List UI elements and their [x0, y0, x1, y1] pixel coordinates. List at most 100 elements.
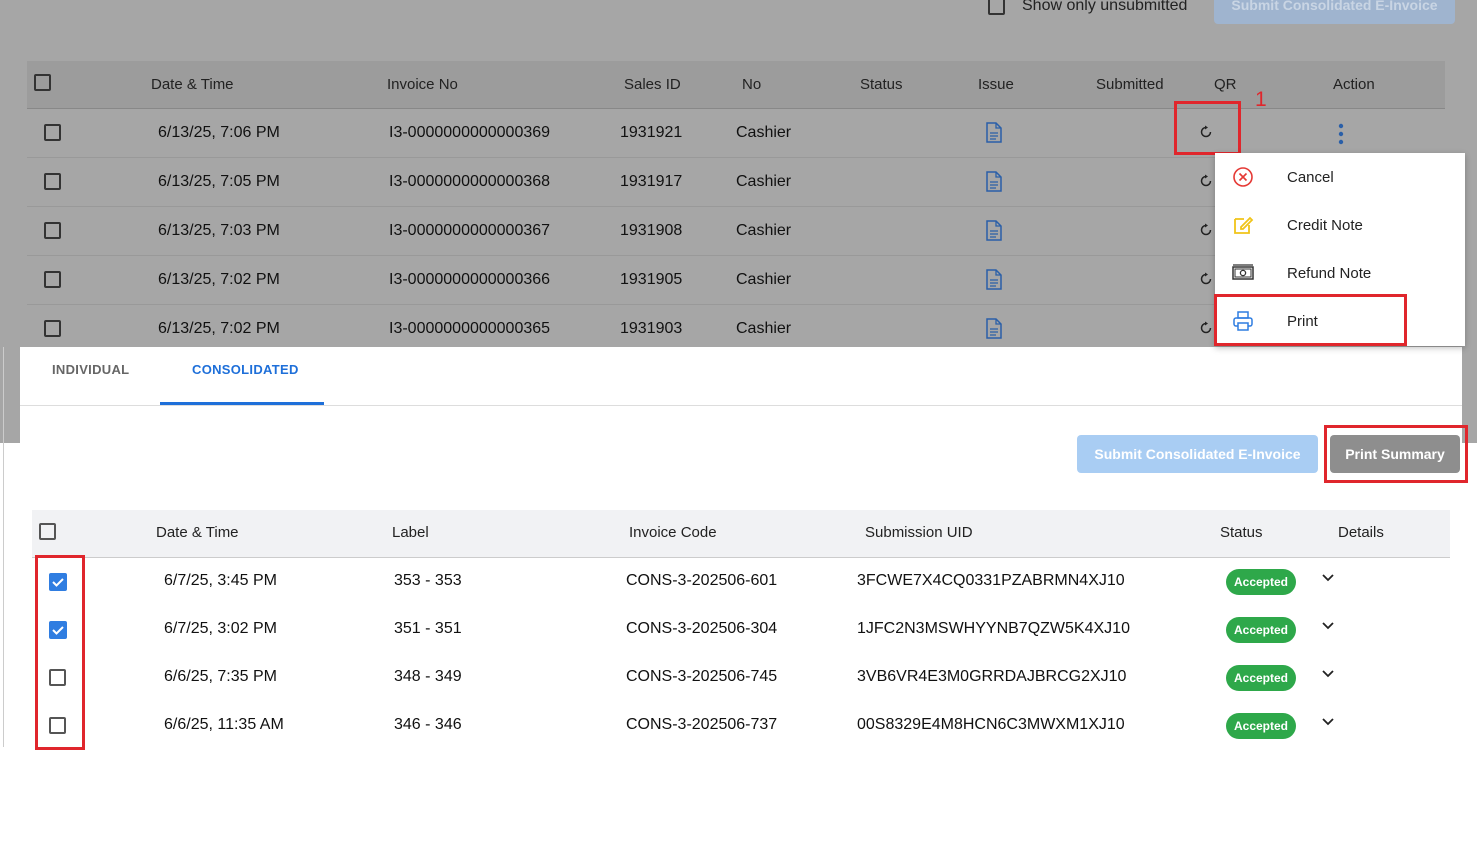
tab-consolidated[interactable]: CONSOLIDATED [192, 362, 299, 377]
row-checkbox[interactable] [44, 173, 61, 190]
row-invoice-no: I3-0000000000000369 [389, 124, 551, 141]
row-label: 346 - 346 [394, 716, 462, 733]
consolidated-table-header: Date & Time Label Invoice Code Submissio… [32, 510, 1450, 558]
row-submission-uid: 00S8329E4M8HCN6C3MWXM1XJ10 [857, 716, 1125, 733]
row-invoice-code: CONS-3-202506-601 [626, 572, 778, 589]
row-sales-id: 1931905 [620, 271, 683, 288]
col-invoice-code: Invoice Code [629, 524, 717, 541]
row-label: 348 - 349 [394, 668, 462, 685]
row-no: Cashier [736, 320, 792, 337]
tab-divider [20, 405, 1462, 406]
row-date: 6/13/25, 7:06 PM [158, 124, 280, 141]
chevron-down-icon[interactable] [1322, 622, 1334, 630]
cancel-circle-icon [1233, 167, 1253, 187]
status-badge: Accepted [1226, 665, 1296, 691]
row-date: 6/6/25, 11:35 AM [164, 716, 284, 733]
menu-item-credit-note[interactable]: Credit Note [1215, 201, 1465, 249]
print-highlight-box [1214, 294, 1407, 346]
show-unsubmitted-checkbox[interactable] [988, 0, 1005, 15]
row-date: 6/13/25, 7:02 PM [158, 271, 280, 288]
row-submission-uid: 3FCWE7X4CQ0331PZABRMN4XJ10 [857, 572, 1125, 589]
refresh-icon[interactable] [1199, 321, 1213, 335]
document-icon[interactable] [985, 220, 1003, 242]
row-date: 6/7/25, 3:45 PM [164, 572, 277, 589]
table-row[interactable]: 6/6/25, 11:35 AM 346 - 346 CONS-3-202506… [32, 702, 1450, 750]
row-invoice-no: I3-0000000000000368 [389, 173, 551, 190]
document-icon[interactable] [985, 122, 1003, 144]
row-date: 6/13/25, 7:02 PM [158, 320, 280, 337]
refresh-icon[interactable] [1199, 272, 1213, 286]
menu-label: Credit Note [1287, 217, 1363, 234]
table-row[interactable]: 6/6/25, 7:35 PM 348 - 349 CONS-3-202506-… [32, 654, 1450, 702]
row-date: 6/6/25, 7:35 PM [164, 668, 277, 685]
col-submitted: Submitted [1096, 76, 1164, 93]
col-qr: QR [1214, 76, 1237, 93]
col-sales-id: Sales ID [624, 76, 681, 93]
select-all-checkbox[interactable] [34, 74, 51, 91]
document-icon[interactable] [985, 171, 1003, 193]
col-date-time: Date & Time [156, 524, 239, 541]
panel-left-edge [3, 347, 4, 747]
menu-item-refund-note[interactable]: Refund Note [1215, 249, 1465, 297]
menu-item-cancel[interactable]: Cancel [1215, 153, 1465, 201]
row-invoice-code: CONS-3-202506-745 [626, 668, 778, 685]
submit-consolidated-button[interactable]: Submit Consolidated E-Invoice [1077, 435, 1318, 473]
chevron-down-icon[interactable] [1322, 574, 1334, 582]
row-checkbox[interactable] [44, 222, 61, 239]
chevron-down-icon[interactable] [1322, 718, 1334, 726]
status-badge: Accepted [1226, 713, 1296, 739]
col-invoice-no: Invoice No [387, 76, 458, 93]
col-status: Status [860, 76, 903, 93]
top-submit-consolidated-button[interactable]: Submit Consolidated E-Invoice [1214, 0, 1455, 24]
show-unsubmitted-label: Show only unsubmitted [1022, 0, 1188, 14]
edit-note-icon [1234, 216, 1254, 234]
annotation-number: 1 [1255, 88, 1267, 111]
qr-highlight-box [1174, 101, 1241, 155]
row-sales-id: 1931903 [620, 320, 683, 337]
menu-label: Cancel [1287, 169, 1334, 186]
refresh-icon[interactable] [1199, 174, 1213, 188]
row-checkbox[interactable] [44, 271, 61, 288]
row-invoice-code: CONS-3-202506-304 [626, 620, 778, 637]
col-label: Label [392, 524, 429, 541]
cash-icon [1232, 264, 1254, 280]
col-no: No [742, 76, 762, 93]
menu-label: Refund Note [1287, 265, 1372, 282]
row-date: 6/13/25, 7:05 PM [158, 173, 280, 190]
row-sales-id: 1931921 [620, 124, 683, 141]
col-status: Status [1220, 524, 1263, 541]
refresh-icon[interactable] [1199, 223, 1213, 237]
row-label: 351 - 351 [394, 620, 462, 637]
row-submission-uid: 1JFC2N3MSWHYYNB7QZW5K4XJ10 [857, 620, 1130, 637]
more-actions-icon[interactable] [1338, 123, 1344, 145]
col-date-time: Date & Time [151, 76, 234, 93]
row-no: Cashier [736, 173, 792, 190]
col-action: Action [1333, 76, 1375, 93]
col-issue: Issue [978, 76, 1014, 93]
status-badge: Accepted [1226, 617, 1296, 643]
row-checkbox[interactable] [44, 124, 61, 141]
table-row[interactable]: 6/7/25, 3:02 PM 351 - 351 CONS-3-202506-… [32, 606, 1450, 654]
row-no: Cashier [736, 124, 792, 141]
row-checkbox[interactable] [44, 320, 61, 337]
table-row[interactable]: 6/7/25, 3:45 PM 353 - 353 CONS-3-202506-… [32, 558, 1450, 606]
row-invoice-no: I3-0000000000000367 [389, 222, 551, 239]
row-sales-id: 1931908 [620, 222, 683, 239]
print-summary-highlight-box [1324, 425, 1468, 483]
active-tab-indicator [160, 402, 324, 405]
checkbox-column-highlight-box [35, 555, 85, 750]
document-icon[interactable] [985, 269, 1003, 291]
row-submission-uid: 3VB6VR4E3M0GRRDAJBRCG2XJ10 [857, 668, 1127, 685]
row-invoice-code: CONS-3-202506-737 [626, 716, 778, 733]
row-date: 6/7/25, 3:02 PM [164, 620, 277, 637]
row-invoice-no: I3-0000000000000365 [389, 320, 551, 337]
document-icon[interactable] [985, 318, 1003, 340]
row-invoice-no: I3-0000000000000366 [389, 271, 551, 288]
tab-individual[interactable]: INDIVIDUAL [52, 362, 129, 377]
row-label: 353 - 353 [394, 572, 462, 589]
status-badge: Accepted [1226, 569, 1296, 595]
col-submission-uid: Submission UID [865, 524, 973, 541]
select-all-checkbox[interactable] [39, 523, 56, 540]
row-no: Cashier [736, 271, 792, 288]
chevron-down-icon[interactable] [1322, 670, 1334, 678]
